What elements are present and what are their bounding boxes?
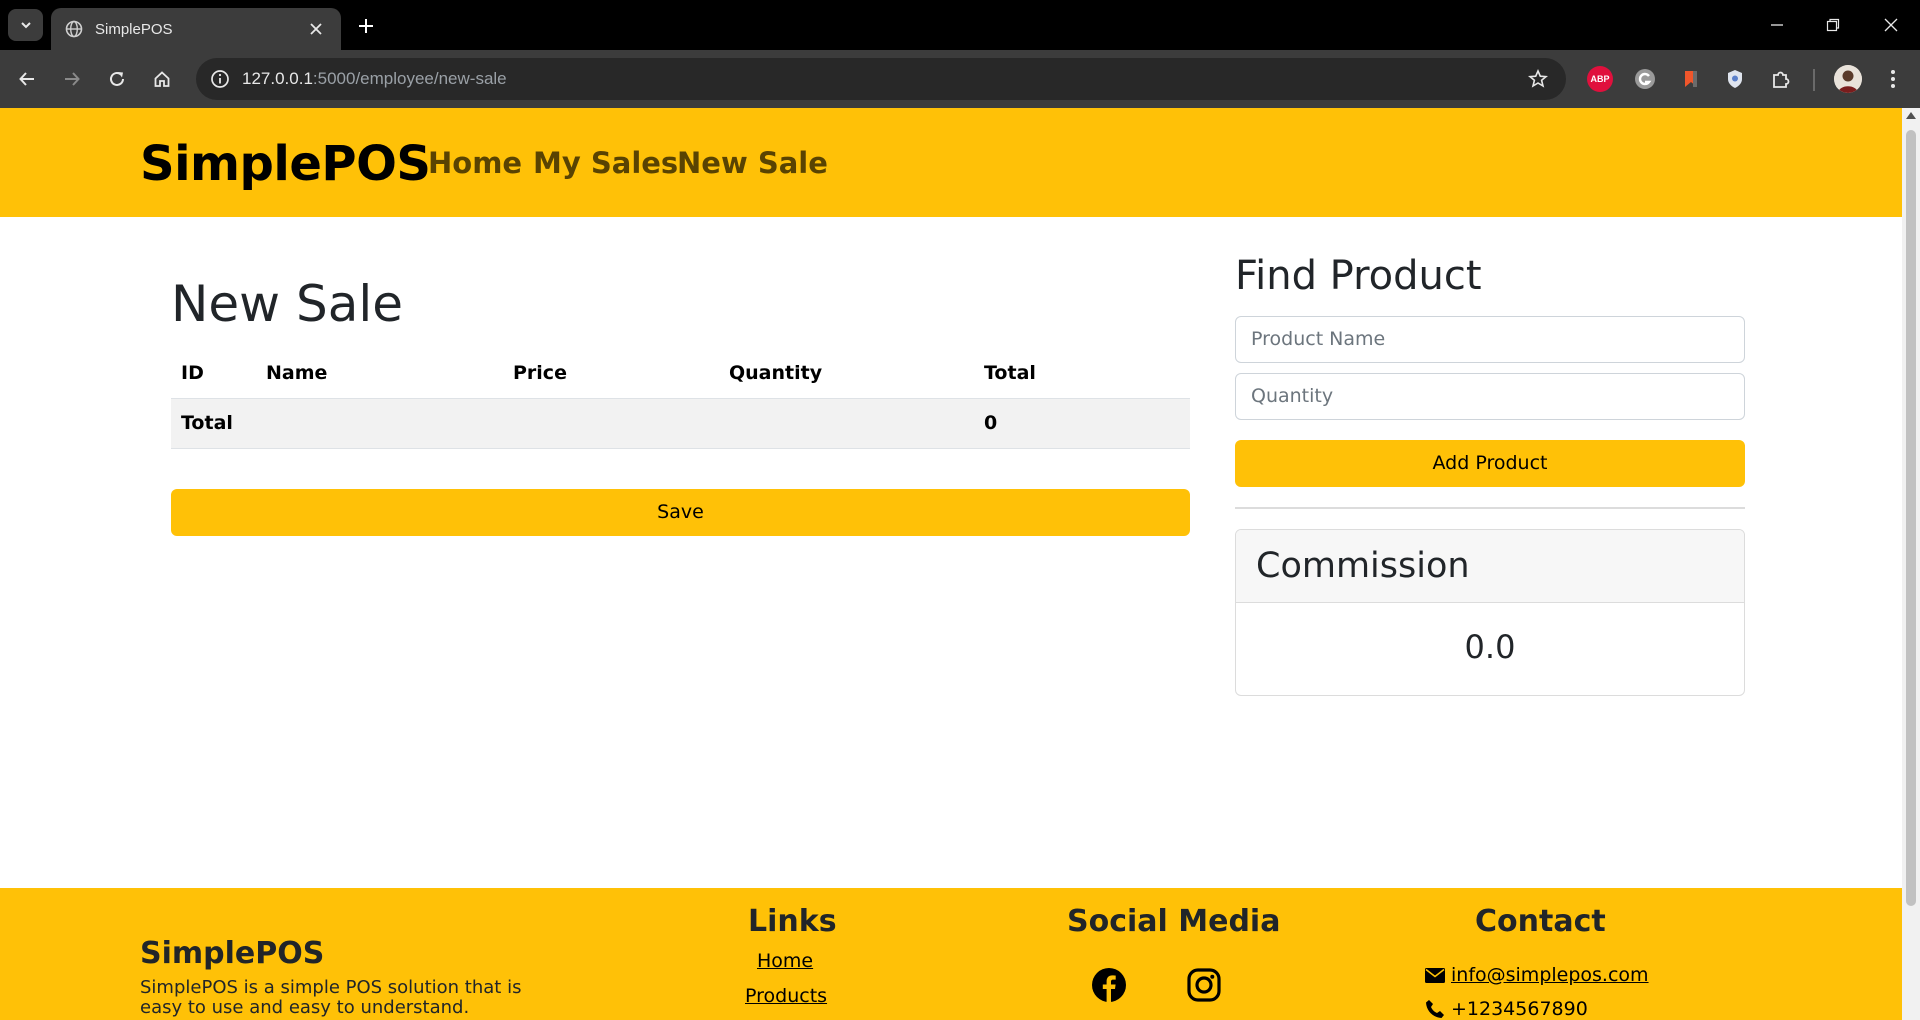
grammarly-icon[interactable] [1632, 66, 1658, 92]
page-title: New Sale [171, 275, 403, 333]
commission-value: 0.0 [1464, 628, 1516, 666]
bookmark-extension-icon[interactable] [1678, 66, 1704, 92]
sale-table: ID Name Price Quantity Total Total 0 [171, 348, 1190, 449]
commission-title: Commission [1236, 530, 1744, 603]
phone-icon [1423, 998, 1447, 1020]
adblock-plus-icon[interactable]: ABP [1587, 66, 1613, 92]
add-product-button[interactable]: Add Product [1235, 440, 1745, 487]
table-header-row: ID Name Price Quantity Total [171, 348, 1190, 399]
scroll-up-arrow-icon[interactable] [1906, 112, 1916, 119]
column-header-name: Name [256, 348, 503, 399]
page-viewport: SimplePOS Home My Sales New Sale New Sal… [0, 108, 1902, 1020]
tab-search-button[interactable] [8, 9, 43, 41]
url-text: 127.0.0.1:5000/employee/new-sale [242, 69, 507, 89]
browser-toolbar: 127.0.0.1:5000/employee/new-sale ABP [0, 50, 1920, 108]
minimize-icon[interactable] [1762, 12, 1792, 38]
new-tab-icon[interactable] [352, 12, 380, 40]
nav-link-new-sale[interactable]: New Sale [677, 146, 828, 180]
forward-icon[interactable] [57, 64, 87, 94]
url-host: 127.0.0.1 [242, 69, 313, 88]
footer-links-heading: Links [748, 904, 837, 939]
find-product-title: Find Product [1235, 253, 1482, 299]
more-menu-icon[interactable] [1880, 66, 1906, 92]
reload-icon[interactable] [102, 64, 132, 94]
extensions-puzzle-icon[interactable] [1768, 66, 1794, 92]
footer-link-home[interactable]: Home [757, 950, 813, 972]
table-cell [256, 398, 503, 449]
info-icon[interactable] [208, 67, 232, 91]
column-header-quantity: Quantity [719, 348, 974, 399]
contact-email: info@simplepos.com [1423, 964, 1649, 986]
email-link[interactable]: info@simplepos.com [1451, 964, 1649, 986]
total-value: 0 [974, 398, 1190, 449]
address-bar[interactable]: 127.0.0.1:5000/employee/new-sale [196, 58, 1566, 100]
phone-number: +1234567890 [1451, 998, 1588, 1020]
globe-icon [65, 20, 83, 38]
navbar-brand[interactable]: SimplePOS [140, 136, 431, 192]
nav-link-home[interactable]: Home [428, 146, 522, 180]
nav-link-my-sales[interactable]: My Sales [533, 146, 678, 180]
close-tab-icon[interactable] [305, 18, 327, 40]
profile-avatar[interactable] [1834, 65, 1862, 93]
bookmark-star-icon[interactable] [1526, 67, 1550, 91]
browser-tab[interactable]: SimplePOS [51, 8, 341, 50]
chevron-down-icon [20, 22, 31, 29]
save-button[interactable]: Save [171, 488, 1190, 536]
scrollbar-thumb[interactable] [1906, 130, 1916, 906]
commission-card: Commission 0.0 [1235, 529, 1745, 696]
total-label: Total [171, 398, 256, 449]
site-navbar: SimplePOS Home My Sales New Sale [0, 108, 1902, 217]
contact-phone: +1234567890 [1423, 998, 1588, 1020]
tab-title: SimplePOS [95, 20, 173, 38]
instagram-icon[interactable] [1186, 967, 1222, 1003]
restore-icon[interactable] [1818, 12, 1848, 38]
sale-section: New Sale ID Name Price Quantity Total To… [171, 268, 1190, 536]
divider [1235, 507, 1745, 509]
column-header-id: ID [171, 348, 256, 399]
toolbar-separator [1813, 69, 1815, 91]
footer-link-products[interactable]: Products [745, 985, 827, 1007]
column-header-total: Total [974, 348, 1190, 399]
browser-tabstrip: SimplePOS [0, 0, 1920, 50]
column-header-price: Price [503, 348, 719, 399]
back-icon[interactable] [12, 64, 42, 94]
facebook-icon[interactable] [1091, 967, 1127, 1003]
footer-description: SimplePOS is a simple POS solution that … [140, 977, 522, 1018]
shield-icon[interactable] [1722, 66, 1748, 92]
footer-brand: SimplePOS [140, 936, 325, 971]
quantity-input[interactable]: Quantity [1235, 373, 1745, 420]
site-footer: SimplePOS SimplePOS is a simple POS solu… [0, 888, 1902, 1020]
table-cell [503, 398, 719, 449]
envelope-icon [1423, 964, 1447, 986]
footer-contact-heading: Contact [1475, 904, 1606, 939]
url-path: :5000/employee/new-sale [312, 69, 507, 88]
table-cell [719, 398, 974, 449]
product-name-input[interactable]: Product Name [1235, 316, 1745, 363]
footer-social-heading: Social Media [1067, 904, 1281, 939]
abp-label: ABP [1590, 74, 1610, 84]
home-icon[interactable] [147, 64, 177, 94]
page-scrollbar[interactable] [1902, 108, 1920, 1020]
find-product-section: Find Product Product Name Quantity Add P… [1235, 248, 1745, 696]
total-row: Total 0 [171, 398, 1190, 449]
window-close-icon[interactable] [1876, 12, 1906, 38]
